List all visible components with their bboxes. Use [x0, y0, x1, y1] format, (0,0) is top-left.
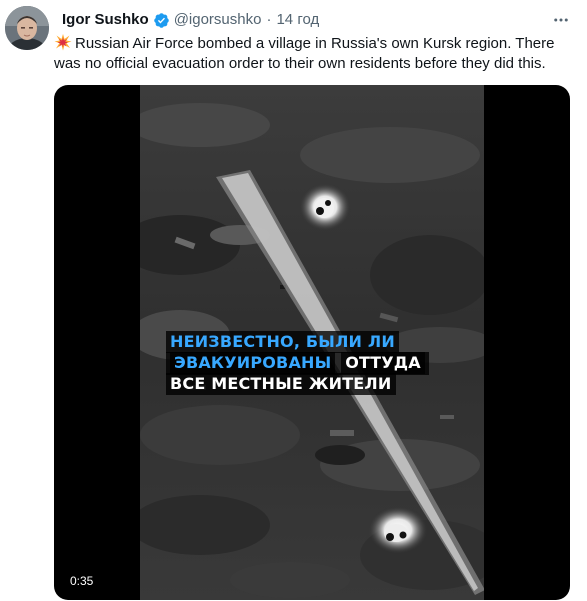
- caption-line-3: ВСЕ МЕСТНЫЕ ЖИТЕЛИ: [166, 373, 429, 395]
- tweet-text: Russian Air Force bombed a village in Ru…: [54, 33, 579, 74]
- author-name[interactable]: Igor Sushko: [62, 10, 149, 30]
- tweet-header: Igor Sushko @igorsushko · 14 год: [62, 9, 319, 31]
- profile-photo: [5, 6, 49, 50]
- verified-badge-icon: [153, 12, 169, 28]
- tweet: Igor Sushko @igorsushko · 14 год Russian…: [0, 0, 587, 601]
- timestamp[interactable]: 14 год: [276, 10, 319, 30]
- author-handle[interactable]: @igorsushko: [174, 10, 262, 30]
- tweet-body: Russian Air Force bombed a village in Ru…: [54, 35, 555, 72]
- caption-line-2: ЭВАКУИРОВАНЫ ОТТУДА: [166, 352, 429, 375]
- video-duration: 0:35: [64, 572, 100, 590]
- avatar[interactable]: [5, 6, 49, 50]
- more-options-button[interactable]: [549, 8, 573, 32]
- video-frame: НЕИЗВЕСТНО, БЫЛИ ЛИ ЭВАКУИРОВАНЫ ОТТУДА …: [140, 85, 484, 600]
- separator-dot: ·: [266, 11, 272, 28]
- more-horizontal-icon: [554, 18, 568, 22]
- video-caption: НЕИЗВЕСТНО, БЫЛИ ЛИ ЭВАКУИРОВАНЫ ОТТУДА …: [166, 331, 429, 395]
- video-player[interactable]: НЕИЗВЕСТНО, БЫЛИ ЛИ ЭВАКУИРОВАНЫ ОТТУДА …: [54, 85, 570, 600]
- collision-icon: [54, 34, 72, 51]
- caption-line-1: НЕИЗВЕСТНО, БЫЛИ ЛИ: [166, 331, 429, 353]
